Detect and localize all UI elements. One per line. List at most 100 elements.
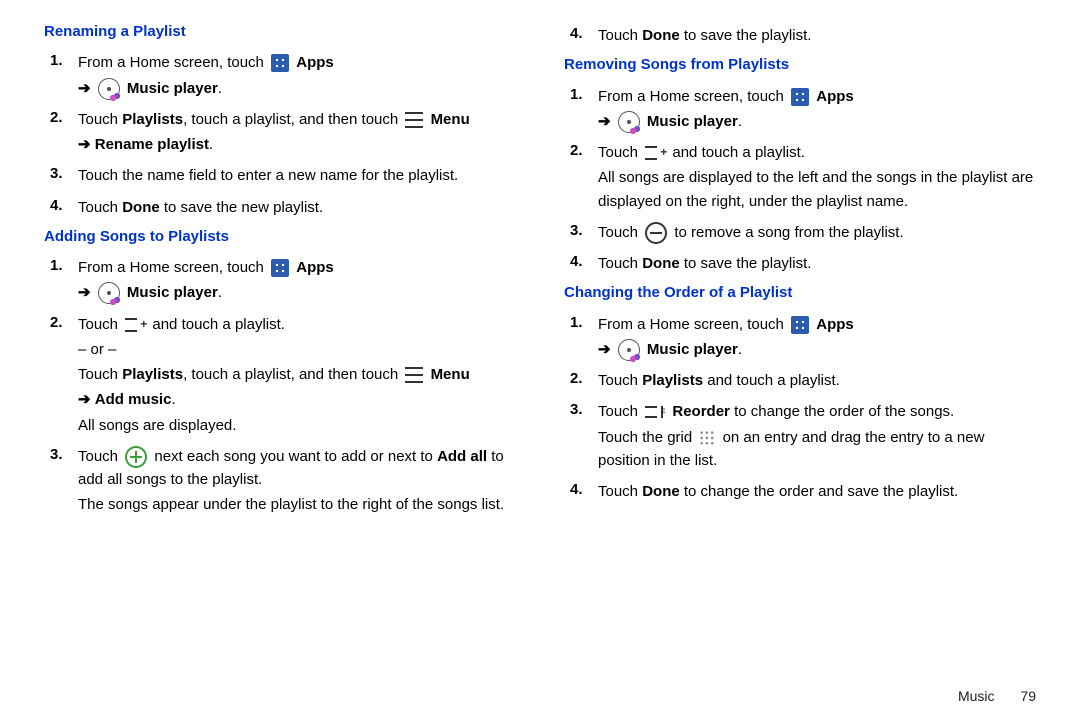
steps-adding: 1. From a Home screen, touch Apps ➔ Musi… [44,254,516,519]
text: Touch the name field to enter a new name… [78,164,516,187]
step-number: 1. [564,311,598,364]
step: 1. From a Home screen, touch Apps ➔ Musi… [44,254,516,307]
step: 3. Touch the name field to enter a new n… [44,162,516,189]
text: Touch [78,366,122,383]
text: to save the new playlist. [160,199,323,216]
menu-icon [405,367,423,383]
text: Touch [598,372,642,389]
label-add-all: Add all [437,448,487,465]
step-number: 2. [564,367,598,394]
text: Touch [598,27,642,44]
text: . [209,136,213,153]
text: All songs are displayed. [78,414,516,437]
footer-page-number: 79 [1020,688,1036,704]
steps-renaming: 1. From a Home screen, touch Apps ➔ Musi… [44,49,516,221]
step: 4. Touch Done to change the order and sa… [564,478,1036,505]
text: and touch a playlist. [703,372,840,389]
footer-section: Music [958,688,995,704]
text: Touch [78,316,122,333]
right-column: 4. Touch Done to save the playlist. Remo… [564,18,1036,523]
label-rename-playlist: Rename playlist [95,136,209,153]
steps-continued: 4. Touch Done to save the playlist. [564,22,1036,49]
step-number: 1. [44,49,78,102]
step-number: 4. [564,22,598,49]
step-number: 2. [44,311,78,439]
apps-icon [791,316,809,334]
label-apps: Apps [816,316,854,333]
label-playlists: Playlists [122,111,183,128]
arrow-icon: ➔ [78,284,91,301]
label-music-player: Music player [127,284,218,301]
text: From a Home screen, touch [598,88,788,105]
step: 2. Touch and touch a playlist. All songs… [564,139,1036,215]
text: and touch a playlist. [672,144,805,161]
step: 1. From a Home screen, touch Apps ➔ Musi… [44,49,516,102]
text: Touch [598,255,642,272]
page-footer: Music 79 [958,688,1036,704]
label-menu: Menu [431,111,470,128]
text: . [738,113,742,130]
step: 2. Touch Playlists and touch a playlist. [564,367,1036,394]
step: 1. From a Home screen, touch Apps ➔ Musi… [564,83,1036,136]
step: 4. Touch Done to save the new playlist. [44,194,516,221]
text: Touch [598,224,642,241]
add-to-playlist-icon [125,317,145,333]
step: 3. Touch ↕ Reorder to change the order o… [564,398,1036,474]
text: to save the playlist. [680,27,812,44]
step: 4. Touch Done to save the playlist. [564,250,1036,277]
apps-icon [271,54,289,72]
arrow-icon: ➔ [78,391,91,408]
label-reorder: Reorder [672,403,730,420]
left-column: Renaming a Playlist 1. From a Home scree… [44,18,516,523]
text: Touch [78,199,122,216]
text-or: – or – [78,338,516,361]
text: . [218,284,222,301]
text: to change the order and save the playlis… [680,483,959,500]
label-music-player: Music player [647,341,738,358]
steps-removing: 1. From a Home screen, touch Apps ➔ Musi… [564,83,1036,278]
step-number: 3. [564,219,598,246]
step-number: 1. [44,254,78,307]
text: From a Home screen, touch [78,259,268,276]
step-number: 3. [564,398,598,474]
label-playlists: Playlists [122,366,183,383]
label-playlists: Playlists [642,372,703,389]
label-apps: Apps [296,54,334,71]
label-done: Done [642,255,680,272]
text: Touch [598,144,642,161]
step-number: 4. [44,194,78,221]
label-done: Done [122,199,160,216]
text: From a Home screen, touch [598,316,788,333]
add-circle-icon [125,446,147,468]
text: Touch [598,403,642,420]
step: 1. From a Home screen, touch Apps ➔ Musi… [564,311,1036,364]
step-number: 1. [564,83,598,136]
label-done: Done [642,27,680,44]
manual-page: Renaming a Playlist 1. From a Home scree… [0,0,1080,720]
step: 3. Touch next each song you want to add … [44,443,516,519]
text: From a Home screen, touch [78,54,268,71]
reorder-icon: ↕ [645,404,665,420]
drag-grid-icon [699,430,715,446]
heading-adding: Adding Songs to Playlists [44,225,516,248]
text: . [171,391,175,408]
apps-icon [791,88,809,106]
text: Touch [598,483,642,500]
text: . [218,80,222,97]
arrow-icon: ➔ [598,341,611,358]
text: and touch a playlist. [152,316,285,333]
music-player-icon [98,78,120,100]
remove-circle-icon [645,222,667,244]
step-number: 3. [44,443,78,519]
step-number: 3. [44,162,78,189]
label-music-player: Music player [647,113,738,130]
label-menu: Menu [431,366,470,383]
label-done: Done [642,483,680,500]
text: to change the order of the songs. [730,403,954,420]
text: Touch the grid [598,429,696,446]
steps-changing-order: 1. From a Home screen, touch Apps ➔ Musi… [564,311,1036,506]
step: 3. Touch to remove a song from the playl… [564,219,1036,246]
step: 4. Touch Done to save the playlist. [564,22,1036,49]
add-to-playlist-icon [645,145,665,161]
step-number: 4. [564,250,598,277]
